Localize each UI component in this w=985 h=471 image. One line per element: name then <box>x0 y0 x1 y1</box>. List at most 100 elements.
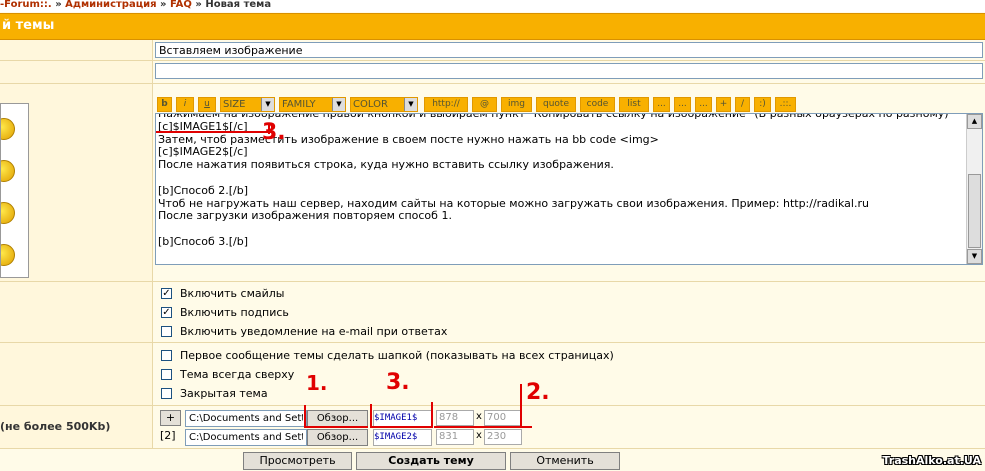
image-width-field[interactable]: 831 <box>436 429 474 445</box>
image-tag-field[interactable]: $IMAGE2$ <box>373 429 432 446</box>
cancel-button[interactable]: Отменить <box>510 452 620 470</box>
browse-button[interactable]: Обзор... <box>307 410 368 427</box>
annotation-underline <box>156 131 272 133</box>
option-closed[interactable]: Закрытая тема <box>161 386 268 400</box>
annotation-bracket <box>431 402 433 427</box>
size-select-label: SIZE <box>223 99 246 110</box>
option-signature[interactable]: ✓ Включить подпись <box>161 305 289 319</box>
image-tag-field[interactable]: $IMAGE1$ <box>373 410 432 427</box>
quote-button[interactable]: quote <box>536 97 576 112</box>
checkbox-icon[interactable] <box>161 325 172 337</box>
image-width-field[interactable]: 878 <box>436 410 474 426</box>
option-notify-label: Включить уведомление на e-mail при ответ… <box>180 324 448 338</box>
option-signature-label: Включить подпись <box>180 305 289 319</box>
smiley-icon[interactable] <box>1 244 15 266</box>
option-notify[interactable]: Включить уведомление на e-mail при ответ… <box>161 324 447 338</box>
submit-button[interactable]: Создать тему <box>356 452 506 470</box>
email-button[interactable]: @ <box>472 97 497 112</box>
dimension-separator: x <box>476 411 482 422</box>
annotation-number: 1. <box>306 371 328 395</box>
options-label-cell <box>0 282 153 343</box>
list-item-button[interactable]: + <box>716 97 731 112</box>
browse-button[interactable]: Обзор... <box>307 429 368 446</box>
breadcrumb: -Forum::. » Администрация » FAQ » Новая … <box>0 0 985 12</box>
more-button[interactable]: ... <box>674 97 691 112</box>
scroll-thumb[interactable] <box>968 174 981 248</box>
italic-button[interactable]: i <box>176 97 194 112</box>
attach-size-label: (не более 500Kb) <box>0 420 111 433</box>
checkbox-icon[interactable] <box>161 387 172 399</box>
subject-input[interactable] <box>155 42 983 58</box>
scroll-up-icon[interactable]: ▲ <box>967 114 982 129</box>
editor-scrollbar[interactable]: ▲ ▼ <box>966 114 982 264</box>
option-sticky-first[interactable]: Первое сообщение темы сделать шапкой (по… <box>161 348 614 362</box>
annotation-number: 2. <box>526 380 550 405</box>
breadcrumb-separator: » <box>156 0 170 10</box>
image-height-field[interactable]: 230 <box>484 429 522 445</box>
topic-options-label-cell <box>0 343 153 406</box>
subject-label-cell <box>0 40 153 61</box>
chevron-down-icon: ▼ <box>404 98 417 111</box>
chevron-down-icon: ▼ <box>332 98 345 111</box>
smile-button[interactable]: :) <box>754 97 771 112</box>
img-button[interactable]: img <box>501 97 532 112</box>
breadcrumb-separator: » <box>51 0 66 10</box>
checkbox-icon[interactable] <box>161 368 172 380</box>
option-smilies-label: Включить смайлы <box>180 286 285 300</box>
checkbox-icon[interactable] <box>161 349 172 361</box>
smileys-panel <box>0 103 29 278</box>
watermark: TrashAlko.at.UA <box>882 454 981 467</box>
checkbox-checked-icon[interactable]: ✓ <box>161 306 172 318</box>
form-header: й темы <box>0 13 985 40</box>
close-list-button[interactable]: / <box>735 97 750 112</box>
list-button[interactable]: list <box>619 97 649 112</box>
form-header-title: й темы <box>2 18 55 33</box>
annotation-bracket <box>520 384 522 428</box>
annotation-number: 3. <box>262 120 286 145</box>
option-closed-label: Закрытая тема <box>180 386 268 400</box>
underline-button[interactable]: u <box>198 97 216 112</box>
annotation-number: 3. <box>386 370 410 395</box>
family-select-label: FAMILY <box>282 99 316 110</box>
more-button[interactable]: ... <box>653 97 670 112</box>
more-button[interactable]: ... <box>695 97 712 112</box>
smiley-icon[interactable] <box>1 160 15 182</box>
file-path-input[interactable] <box>185 429 307 446</box>
scroll-down-icon[interactable]: ▼ <box>967 249 982 264</box>
size-select[interactable]: SIZE ▼ <box>220 97 275 112</box>
smiley-icon[interactable] <box>1 202 15 224</box>
breadcrumb-separator: » <box>191 0 206 10</box>
checkbox-checked-icon[interactable]: ✓ <box>161 287 172 299</box>
breadcrumb-faq-link[interactable]: FAQ <box>170 0 192 10</box>
smiley-icon[interactable] <box>1 118 15 140</box>
image-height-field[interactable]: 700 <box>484 410 522 426</box>
option-pinned-label: Тема всегда сверху <box>180 367 295 381</box>
preview-button[interactable]: Просмотреть <box>243 452 352 470</box>
annotation-bracket <box>304 426 368 428</box>
breadcrumb-admin-link[interactable]: Администрация <box>65 0 156 10</box>
annotation-bracket <box>304 405 306 427</box>
option-pinned[interactable]: Тема всегда сверху <box>161 367 294 381</box>
description-input[interactable] <box>155 63 983 79</box>
chevron-down-icon: ▼ <box>261 98 274 111</box>
color-select-label: COLOR <box>353 99 388 110</box>
annotation-bracket <box>370 404 372 427</box>
breadcrumb-forum-link[interactable]: -Forum::. <box>0 0 52 10</box>
breadcrumb-current: Новая тема <box>205 0 272 10</box>
color-select[interactable]: COLOR ▼ <box>350 97 418 112</box>
family-select[interactable]: FAMILY ▼ <box>279 97 346 112</box>
extra-button[interactable]: .::. <box>775 97 796 112</box>
dimension-separator: x <box>476 430 482 441</box>
attachment-index: [2] <box>160 429 176 442</box>
annotation-bracket <box>370 426 433 428</box>
bold-button[interactable]: b <box>157 97 172 112</box>
url-button[interactable]: http:// <box>424 97 468 112</box>
option-smilies[interactable]: ✓ Включить смайлы <box>161 286 284 300</box>
add-attachment-button[interactable]: + <box>160 410 181 426</box>
code-button[interactable]: code <box>580 97 615 112</box>
annotation-underline <box>434 426 532 428</box>
description-label-cell <box>0 61 153 84</box>
file-path-input[interactable] <box>185 410 307 427</box>
attach-label-cell: (не более 500Kb) <box>0 406 153 449</box>
option-sticky-first-label: Первое сообщение темы сделать шапкой (по… <box>180 348 614 362</box>
